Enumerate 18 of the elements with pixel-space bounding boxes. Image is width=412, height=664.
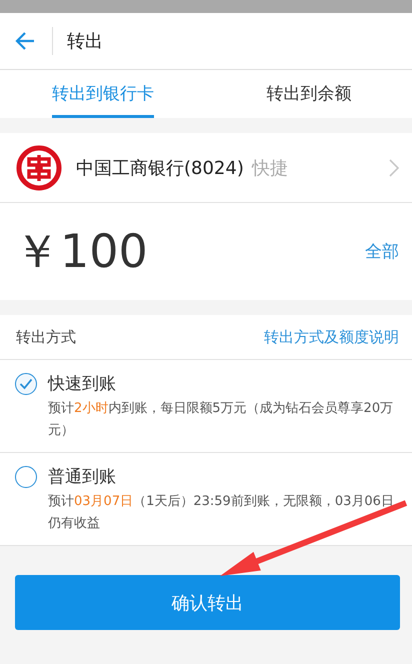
amount-value: ￥100 — [14, 222, 148, 280]
tab[interactable]: 转出到余额 — [206, 70, 412, 118]
chevron-right-icon — [388, 158, 400, 178]
option-name: 快速到账 — [48, 373, 117, 396]
radio-icon[interactable] — [15, 466, 37, 488]
checked-radio-icon[interactable] — [15, 373, 37, 395]
method-title: 转出方式 — [16, 328, 76, 346]
bank-name: 中国工商银行(8024) — [76, 156, 244, 180]
quick-pay-tag: 快捷 — [252, 156, 288, 180]
option-name: 普通到账 — [48, 466, 117, 489]
option-description: 预计2小时内到账，每日限额5万元（成为钻石会员尊享20万元） — [48, 400, 394, 440]
bank-logo-icon — [16, 144, 62, 190]
page-title: 转出 — [67, 30, 103, 53]
bank-card-row[interactable]: 中国工商银行(8024) 快捷 — [0, 133, 412, 203]
transfer-option[interactable]: 普通到账 预计03月07日（1天后）23:59前到账，无限额，03月06日仍有收益 — [0, 453, 412, 546]
back-arrow-icon[interactable] — [14, 30, 36, 52]
option-description: 预计03月07日（1天后）23:59前到账，无限额，03月06日仍有收益 — [48, 493, 395, 533]
transfer-option[interactable]: 快速到账 预计2小时内到账，每日限额5万元（成为钻石会员尊享20万元） — [0, 360, 412, 453]
